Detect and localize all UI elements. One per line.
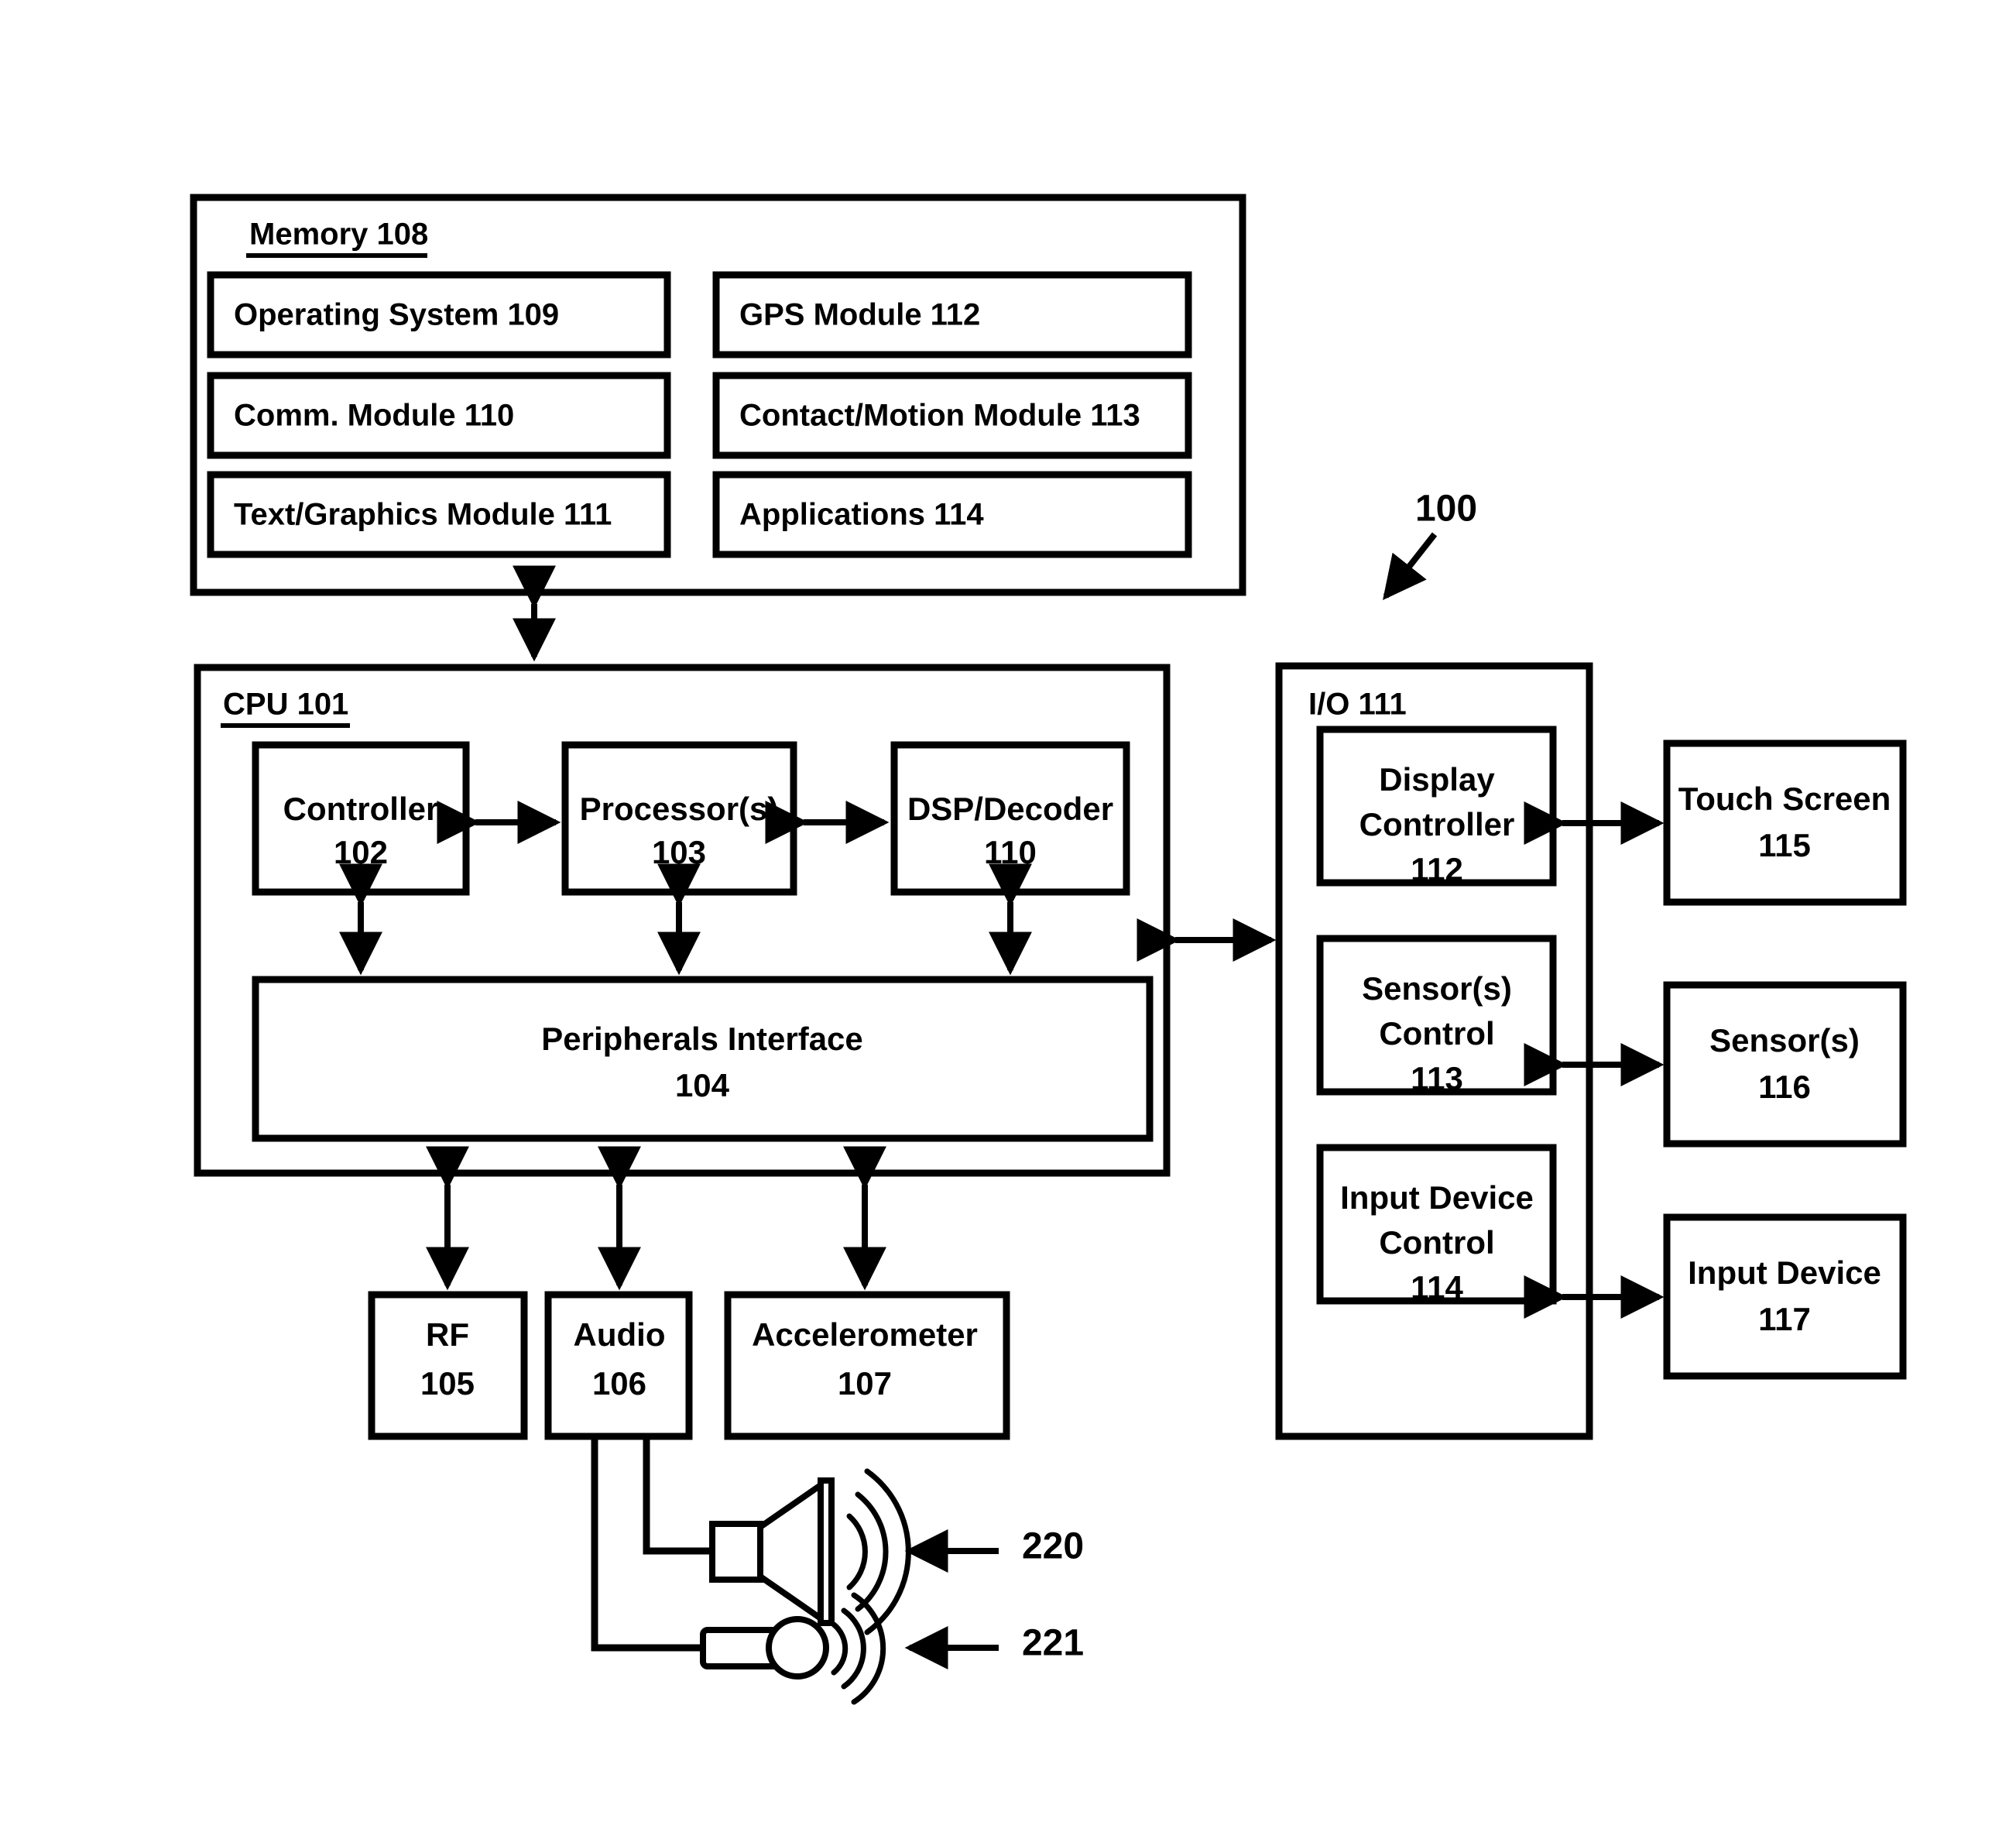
device-sensors <box>1663 981 1907 1148</box>
io-control-sensors-control-line2: Control <box>1379 1015 1494 1052</box>
reference-label-speaker: 220 <box>1022 1526 1084 1567</box>
figure-canvas: Memory 108 Operating System 109 Comm. Mo… <box>0 0 2016 1846</box>
device-touch-screen-ref: 115 <box>1758 827 1811 863</box>
device-input-device-label: Input Device <box>1688 1254 1881 1291</box>
io-control-sensors-control-ref: 113 <box>1411 1060 1463 1096</box>
io-control-display-controller-ref: 112 <box>1411 851 1463 887</box>
figure-reference-arrow <box>1383 532 1438 601</box>
peripheral-label-accelerometer: Accelerometer <box>752 1316 978 1353</box>
cpu-title: CPU 101 <box>223 688 348 722</box>
cpu-block-processors-label: Processor(s) <box>580 791 779 827</box>
cpu-block-processors-ref: 103 <box>652 834 706 870</box>
module-label-operating-system: Operating System 109 <box>234 298 559 332</box>
io-control-display-controller-line2: Controller <box>1359 806 1515 842</box>
io-control-sensors-control-line1: Sensor(s) <box>1362 970 1512 1007</box>
cpu-block-dsp-decoder-ref: 110 <box>984 834 1037 870</box>
peripheral-label-audio: Audio <box>574 1316 666 1353</box>
device-touch-screen <box>1663 739 1907 906</box>
module-label-comm-module: Comm. Module 110 <box>234 399 514 433</box>
peripherals-interface-block <box>252 976 1154 1142</box>
peripheral-ref-accelerometer: 107 <box>838 1365 892 1402</box>
device-sensors-label: Sensor(s) <box>1709 1022 1860 1059</box>
peripheral-label-rf: RF <box>426 1316 469 1353</box>
memory-title: Memory 108 <box>249 218 428 252</box>
io-control-input-device-control-line2: Control <box>1379 1224 1494 1261</box>
figure-reference-label: 100 <box>1415 489 1477 530</box>
cpu-block-controller-ref: 102 <box>334 834 388 870</box>
cpu-block-dsp-decoder-label: DSP/Decoder <box>907 791 1113 827</box>
module-label-applications: Applications 114 <box>739 498 984 532</box>
io-control-input-device-control-line1: Input Device <box>1340 1179 1534 1216</box>
wire-audio-speaker <box>643 1439 712 1555</box>
speaker-icon <box>709 1468 911 1635</box>
device-input-device-ref: 117 <box>1758 1301 1811 1337</box>
peripheral-ref-audio: 106 <box>592 1365 646 1402</box>
module-label-contact-motion-module: Contact/Motion Module 113 <box>739 399 1140 433</box>
device-sensors-ref: 116 <box>1758 1069 1811 1105</box>
block-diagram: Memory 108 Operating System 109 Comm. Mo… <box>190 194 1907 1705</box>
peripherals-interface-label: Peripherals Interface <box>541 1021 863 1057</box>
cpu-block-controller-label: Controller <box>283 791 439 827</box>
peripherals-interface-ref: 104 <box>675 1067 730 1103</box>
io-control-input-device-control-ref: 114 <box>1411 1269 1463 1306</box>
reference-label-microphone: 221 <box>1022 1623 1084 1664</box>
device-input-device <box>1663 1213 1907 1380</box>
module-label-gps-module: GPS Module 112 <box>739 298 980 332</box>
io-control-display-controller-line1: Display <box>1379 761 1495 798</box>
device-touch-screen-label: Touch Screen <box>1678 781 1891 817</box>
io-title: I/O 111 <box>1308 688 1407 722</box>
module-label-text-graphics-module: Text/Graphics Module 111 <box>234 498 612 532</box>
peripheral-ref-rf: 105 <box>420 1365 475 1402</box>
